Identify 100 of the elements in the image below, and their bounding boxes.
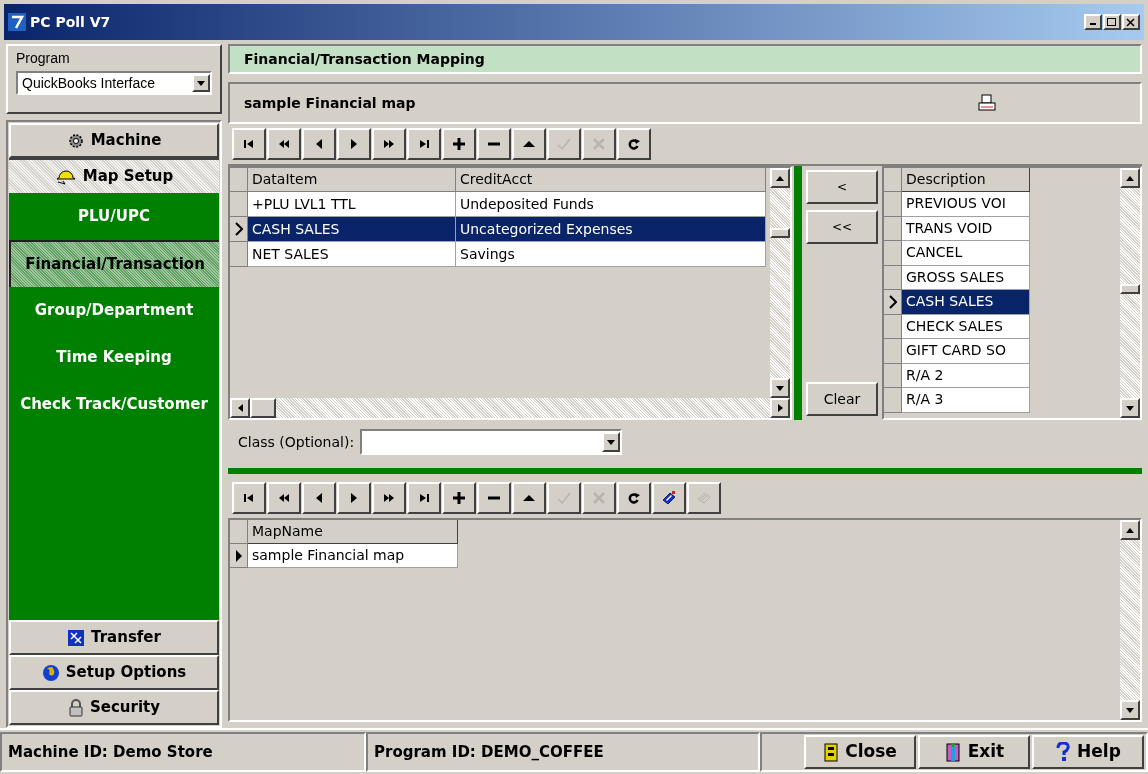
table-cell[interactable]: Undeposited Funds [456,192,766,217]
horizontal-scrollbar[interactable] [230,398,790,418]
scrollbar[interactable] [770,168,790,398]
table-cell[interactable]: NET SALES [248,242,456,267]
nav-button[interactable]: Setup Options [9,655,219,690]
dropdown-arrow-icon [607,439,616,445]
table-cell[interactable]: GIFT CARD SO [902,339,1030,364]
table-cell[interactable]: CHECK SALES [902,314,1030,339]
toolbar-button[interactable] [442,128,476,160]
table-cell[interactable]: +PLU LVL1 TTL [248,192,456,217]
up-arrow-icon [1126,175,1134,181]
toolbar-button[interactable] [232,482,266,514]
row-selector[interactable] [230,544,248,568]
close-button[interactable] [1122,14,1140,30]
print-icon[interactable] [978,94,996,112]
page-header: Financial/Transaction Mapping [228,44,1142,74]
toolbar-button[interactable] [512,482,546,514]
table-cell[interactable]: CASH SALES [248,217,456,242]
toolbar-button[interactable] [652,482,686,514]
toolbar-button[interactable] [302,482,336,514]
map-title: sample Financial map [244,93,416,113]
scroll-thumb[interactable] [1120,284,1140,294]
nav-subitem[interactable]: Check Track/Customer [9,381,219,428]
up-arrow-icon [776,175,784,181]
table-cell[interactable]: TRANS VOID [902,216,1030,241]
minimize-button[interactable] [1084,14,1102,30]
down-arrow-icon [1126,405,1134,411]
nav-button[interactable]: Security [9,690,219,725]
scroll-thumb[interactable] [250,398,276,418]
cancel-icon [591,490,607,506]
footer-button[interactable]: Exit [918,735,1030,769]
table-cell[interactable]: GROSS SALES [902,265,1030,290]
nav-subitem[interactable]: Group/Department [9,287,219,334]
nav-subitem[interactable]: Financial/Transaction [9,240,219,287]
up-arrow-icon [1126,527,1134,533]
column-header[interactable]: Description [902,168,1030,192]
door-icon [823,742,840,762]
program-dropdown[interactable]: QuickBooks Interface [16,71,212,95]
toolbar-button[interactable] [267,482,301,514]
nav-button[interactable]: Map Setup [9,158,219,193]
toolbar-button[interactable] [442,482,476,514]
toolbar-button[interactable] [372,128,406,160]
insert-icon [451,136,467,152]
toolbar-button[interactable] [407,128,441,160]
window-title: PC Poll V7 [30,12,111,32]
class-label: Class (Optional): [238,432,355,452]
toolbar-button[interactable] [407,482,441,514]
table-cell[interactable]: CANCEL [902,241,1030,266]
column-header[interactable]: DataItem [248,168,456,192]
toolbar-button[interactable] [512,128,546,160]
toolbar-button[interactable] [617,482,651,514]
move-button[interactable]: << [806,210,878,244]
table-cell[interactable]: PREVIOUS VOI [902,192,1030,217]
exit-door-icon [943,742,962,762]
toolbar-button[interactable] [267,128,301,160]
maximize-icon [1107,17,1117,27]
toolbar-button[interactable] [232,128,266,160]
refresh-icon [626,490,642,506]
maximize-button[interactable] [1103,14,1121,30]
toolbar-button[interactable] [617,128,651,160]
gear-icon [66,131,85,150]
dropdown-arrow-icon [197,80,205,86]
column-header[interactable]: MapName [248,520,458,544]
table-cell[interactable]: Savings [456,242,766,267]
footer-button[interactable]: Close [804,735,916,769]
post-icon [556,136,572,152]
row-pointer-icon [234,548,243,563]
toolbar-button[interactable] [337,482,371,514]
move-button[interactable]: < [806,170,878,204]
toolbar-button[interactable] [477,128,511,160]
toolbar-button[interactable] [302,128,336,160]
down-arrow-icon [776,385,784,391]
scrollbar[interactable] [1120,520,1140,720]
column-header[interactable]: CreditAcct [456,168,766,192]
table-cell[interactable]: sample Financial map [248,544,458,568]
row-selector[interactable] [884,290,902,315]
goto-icon [696,490,712,506]
down-arrow-icon [1126,707,1134,713]
clear-button[interactable]: Clear [806,382,878,416]
class-dropdown[interactable] [360,429,623,455]
table-cell[interactable]: R/A 3 [902,388,1030,413]
program-label: Program [16,49,71,68]
table-cell[interactable]: Uncategorized Expenses [456,217,766,242]
nav-subitem[interactable]: Time Keeping [9,334,219,381]
table-cell[interactable]: R/A 2 [902,363,1030,388]
status-machine: Machine ID: Demo Store [0,732,366,772]
nav-button[interactable]: Machine [9,123,219,158]
nav-subitem[interactable]: PLU/UPC [9,193,219,240]
toolbar-button[interactable] [477,482,511,514]
toolbar-button[interactable] [337,128,371,160]
row-selector[interactable] [230,217,248,242]
footer-button[interactable]: Help [1032,735,1144,769]
row-pointer-icon [888,294,897,309]
bookmark-icon [661,490,677,506]
scroll-thumb[interactable] [770,228,790,238]
table-cell[interactable]: CASH SALES [902,290,1030,315]
scrollbar[interactable] [1120,168,1140,418]
nav-button[interactable]: Transfer [9,620,219,655]
toolbar-button[interactable] [372,482,406,514]
close-icon [1126,17,1136,27]
